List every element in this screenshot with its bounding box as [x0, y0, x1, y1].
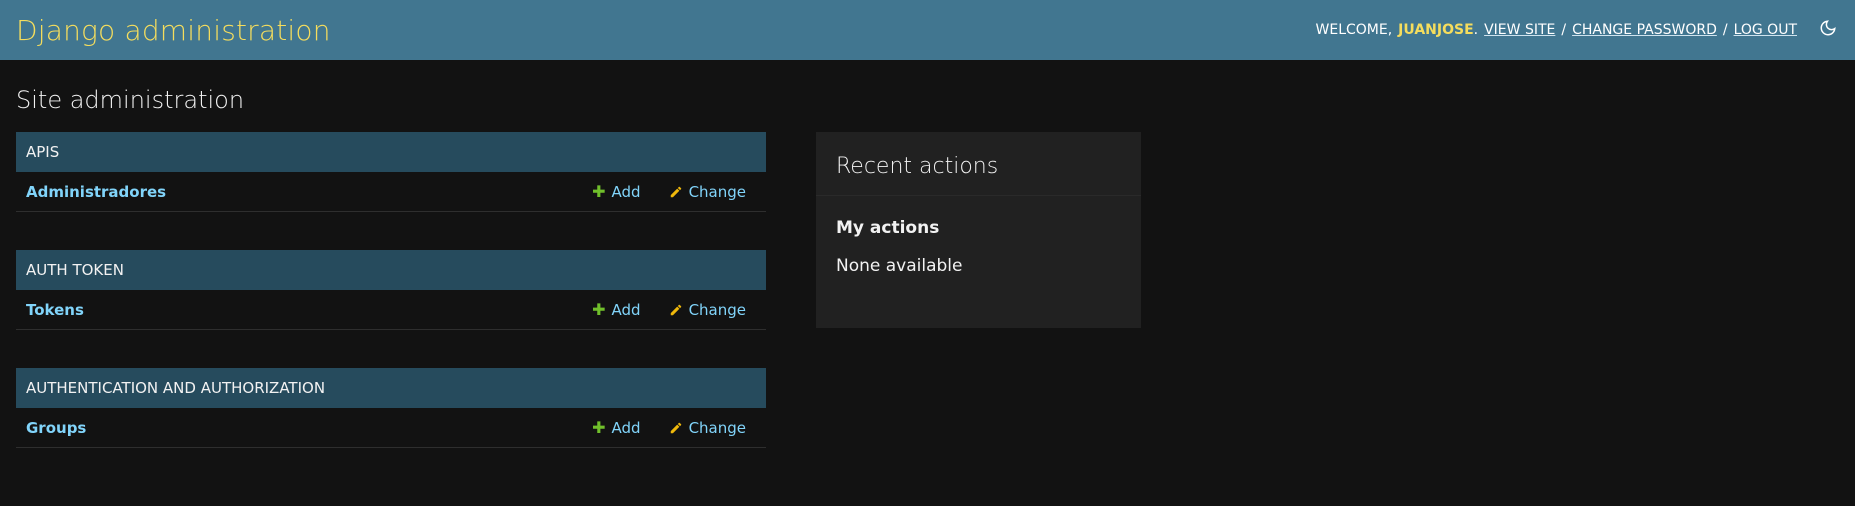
- module-apis: APIS Administradores ✚ Add Change: [16, 132, 766, 212]
- my-actions-heading: My actions: [836, 218, 940, 238]
- pencil-icon: [669, 303, 683, 317]
- plus-icon: ✚: [592, 418, 606, 437]
- separator: /: [1722, 22, 1728, 38]
- module-auth-token: AUTH TOKEN Tokens ✚ Add Change: [16, 250, 766, 330]
- welcome-text: WELCOME,: [1315, 22, 1393, 38]
- pencil-icon: [669, 421, 683, 435]
- plus-icon: ✚: [592, 300, 606, 319]
- change-button[interactable]: Change: [669, 183, 746, 201]
- user-tools: WELCOME, JUANJOSE. View site / Change pa…: [1316, 19, 1840, 41]
- model-row: Administradores ✚ Add Change: [16, 172, 766, 212]
- add-button[interactable]: ✚ Add: [592, 418, 640, 437]
- plus-icon: ✚: [592, 182, 606, 201]
- recent-actions-title: Recent actions: [816, 132, 1141, 196]
- add-label: Add: [611, 418, 641, 437]
- change-label: Change: [688, 418, 746, 437]
- change-button[interactable]: Change: [669, 419, 746, 437]
- module-header[interactable]: AUTHENTICATION AND AUTHORIZATION: [16, 368, 766, 408]
- recent-actions-panel: Recent actions My actions None available: [816, 132, 1141, 328]
- pencil-icon: [669, 185, 683, 199]
- add-button[interactable]: ✚ Add: [592, 300, 640, 319]
- model-row: Tokens ✚ Add Change: [16, 290, 766, 330]
- model-link[interactable]: Groups: [26, 419, 592, 437]
- username-suffix: .: [1473, 22, 1479, 38]
- view-site-link[interactable]: View site: [1484, 22, 1555, 38]
- model-row: Groups ✚ Add Change: [16, 408, 766, 448]
- module-header[interactable]: AUTH TOKEN: [16, 250, 766, 290]
- change-password-link[interactable]: Change password: [1572, 22, 1717, 38]
- log-out-link[interactable]: Log out: [1734, 22, 1797, 38]
- add-label: Add: [611, 182, 641, 201]
- main-content: Site administration APIS Administradores…: [0, 60, 1855, 506]
- add-button[interactable]: ✚ Add: [592, 182, 640, 201]
- model-link[interactable]: Administradores: [26, 183, 592, 201]
- username: JUANJOSE: [1398, 22, 1474, 38]
- theme-toggle-button[interactable]: [1817, 19, 1839, 41]
- recent-empty-text: None available: [836, 256, 963, 276]
- add-label: Add: [611, 300, 641, 319]
- change-button[interactable]: Change: [669, 301, 746, 319]
- page-title: Site administration: [16, 86, 245, 114]
- model-link[interactable]: Tokens: [26, 301, 592, 319]
- module-authentication: AUTHENTICATION AND AUTHORIZATION Groups …: [16, 368, 766, 448]
- header-bar: Django administration WELCOME, JUANJOSE.…: [0, 0, 1855, 60]
- site-branding[interactable]: Django administration: [16, 14, 331, 47]
- change-label: Change: [688, 182, 746, 201]
- moon-icon: [1819, 19, 1837, 41]
- change-label: Change: [688, 300, 746, 319]
- app-list: APIS Administradores ✚ Add Change AUTH T…: [16, 132, 766, 486]
- separator: /: [1561, 22, 1567, 38]
- module-header[interactable]: APIS: [16, 132, 766, 172]
